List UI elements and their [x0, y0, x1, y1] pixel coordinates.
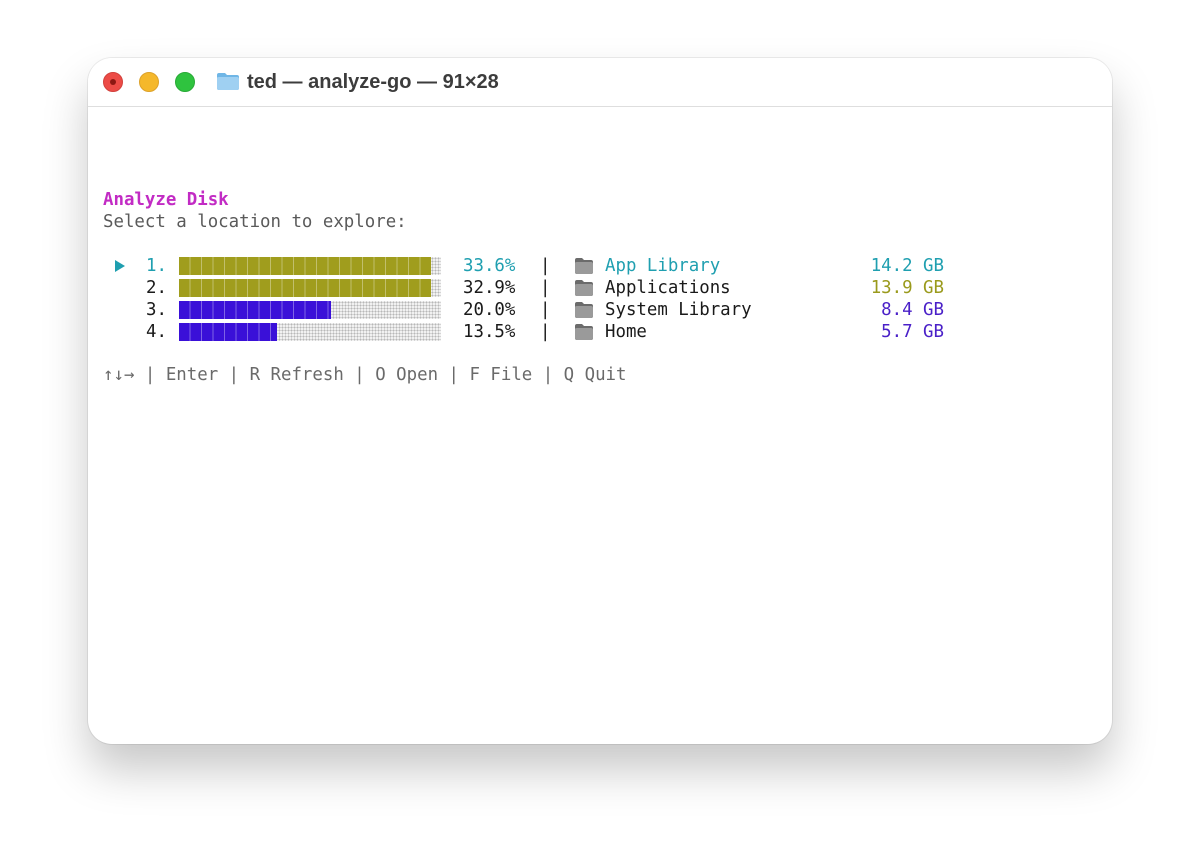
list-item[interactable]: 3. 20.0% | System Library 8.4 GB [88, 299, 1112, 321]
location-name: Applications [605, 278, 731, 298]
usage-bar-fill [179, 279, 431, 297]
usage-bar-fill [179, 323, 278, 341]
usage-percent: 33.6% [463, 256, 516, 276]
location-size: 14.2 GB [870, 256, 944, 276]
folder-icon [217, 73, 239, 90]
column-separator: | [540, 256, 551, 276]
column-separator: | [540, 278, 551, 298]
selection-indicator-icon [115, 260, 125, 272]
usage-percent: 32.9% [463, 278, 516, 298]
usage-bar [179, 301, 441, 319]
folder-icon [575, 280, 593, 296]
usage-percent: 13.5% [463, 322, 516, 342]
usage-bar [179, 257, 441, 275]
row-index: 4. [146, 322, 167, 342]
usage-bar [179, 279, 441, 297]
close-dot-icon [110, 79, 116, 85]
title-bar: ted — analyze-go — 91×28 [88, 58, 1112, 107]
row-index: 1. [146, 256, 167, 276]
list-item[interactable]: 4. 13.5% | Home 5.7 GB [88, 321, 1112, 343]
close-button[interactable] [103, 72, 123, 92]
usage-bar [179, 323, 441, 341]
list-item[interactable]: 1. 33.6% | App Library 14.2 GB [88, 255, 1112, 277]
key-hints: ↑↓→ | Enter | R Refresh | O Open | F Fil… [103, 365, 627, 385]
location-size: 13.9 GB [870, 278, 944, 298]
usage-bar-fill [179, 301, 331, 319]
location-name: Home [605, 322, 647, 342]
row-index: 2. [146, 278, 167, 298]
page-title: Analyze Disk [103, 190, 229, 210]
usage-bar-fill [179, 257, 431, 275]
page-subtitle: Select a location to explore: [103, 212, 407, 232]
location-name: System Library [605, 300, 752, 320]
row-index: 3. [146, 300, 167, 320]
column-separator: | [540, 322, 551, 342]
zoom-button[interactable] [175, 72, 195, 92]
minimize-button[interactable] [139, 72, 159, 92]
folder-icon [575, 258, 593, 274]
list-item[interactable]: 2. 32.9% | Applications 13.9 GB [88, 277, 1112, 299]
location-name: App Library [605, 256, 721, 276]
column-separator: | [540, 300, 551, 320]
folder-icon [575, 324, 593, 340]
location-size: 8.4 GB [881, 300, 944, 320]
terminal-content: Analyze Disk Select a location to explor… [88, 107, 1112, 744]
usage-percent: 20.0% [463, 300, 516, 320]
terminal-window: ted — analyze-go — 91×28 Analyze Disk Se… [88, 58, 1112, 744]
window-title: ted — analyze-go — 91×28 [247, 71, 499, 93]
location-size: 5.7 GB [881, 322, 944, 342]
folder-icon [575, 302, 593, 318]
